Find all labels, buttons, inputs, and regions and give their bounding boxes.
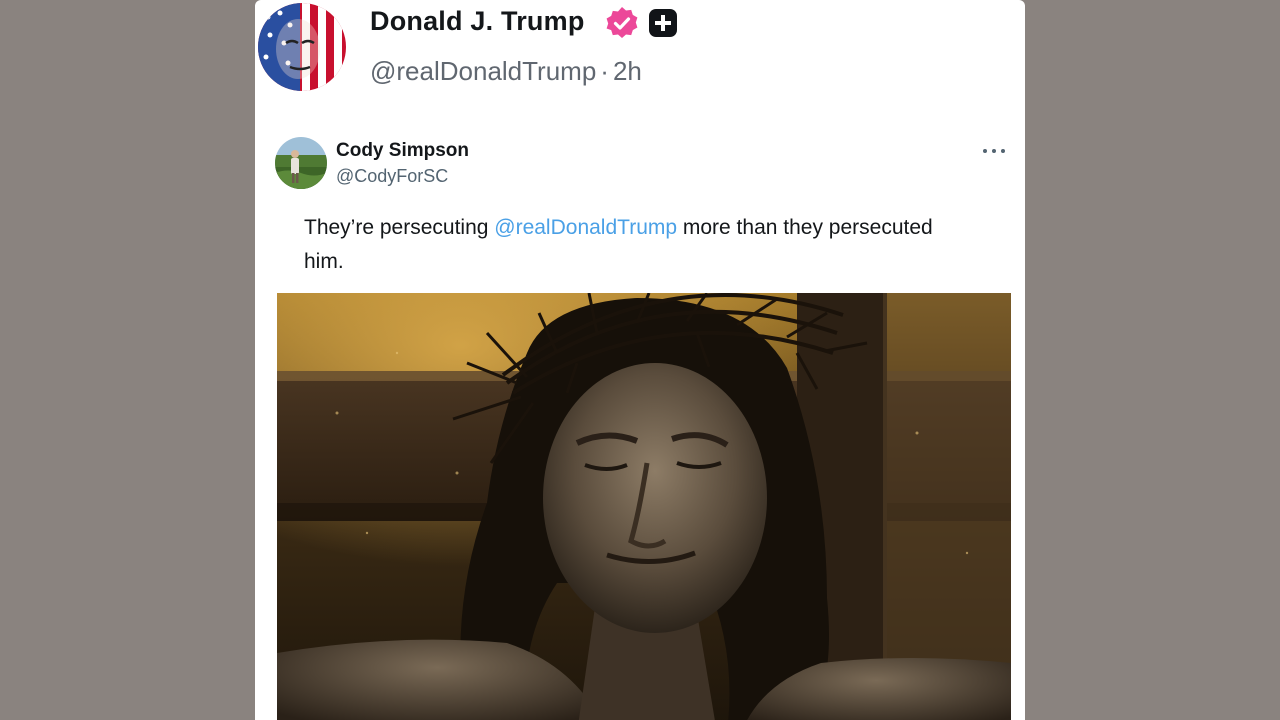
author-avatar[interactable] bbox=[258, 3, 346, 91]
quoted-tweet-image[interactable] bbox=[277, 293, 1011, 720]
more-options-icon[interactable] bbox=[981, 140, 1007, 162]
post-timestamp[interactable]: 2h bbox=[613, 56, 642, 86]
more-dot bbox=[992, 149, 996, 153]
author-meta: @realDonaldTrump · 2h bbox=[370, 56, 642, 87]
verified-badge-icon bbox=[605, 6, 639, 40]
quoted-tweet-text: They’re persecuting @realDonaldTrump mor… bbox=[304, 211, 944, 279]
plus-badge-icon bbox=[648, 8, 678, 38]
more-dot bbox=[1001, 149, 1005, 153]
quoted-author-name[interactable]: Cody Simpson bbox=[336, 140, 469, 162]
quoted-text-before: They’re persecuting bbox=[304, 216, 495, 239]
crucifixion-illustration bbox=[277, 293, 1011, 720]
quoted-author-handle[interactable]: @CodyForSC bbox=[336, 166, 448, 187]
field-photo-avatar-image bbox=[275, 137, 327, 189]
flag-face-avatar-image bbox=[258, 3, 346, 91]
mention-link[interactable]: @realDonaldTrump bbox=[494, 216, 677, 239]
quoted-author-avatar[interactable] bbox=[275, 137, 327, 189]
author-handle[interactable]: @realDonaldTrump bbox=[370, 56, 596, 86]
post-card: Donald J. Trump @realDonaldTrump · 2h Cody bbox=[255, 0, 1025, 720]
author-name[interactable]: Donald J. Trump bbox=[370, 6, 585, 37]
meta-separator: · bbox=[600, 56, 609, 86]
more-dot bbox=[983, 149, 987, 153]
